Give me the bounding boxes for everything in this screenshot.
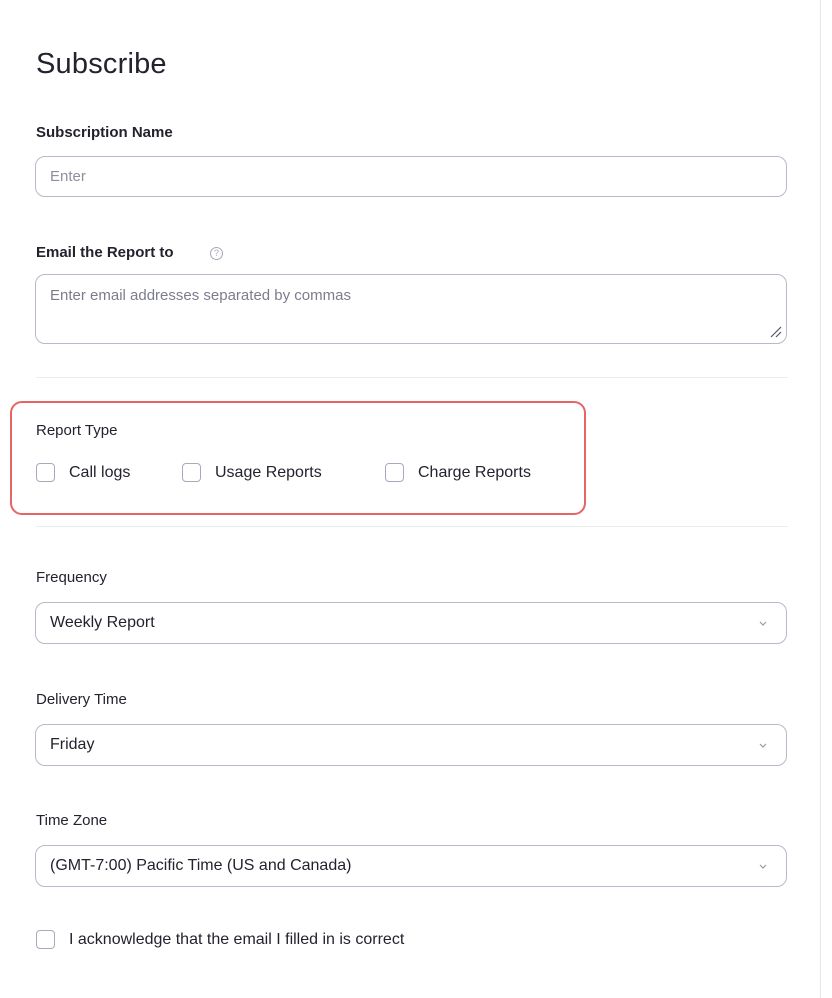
checkbox-call-logs[interactable]: Call logs: [36, 463, 130, 482]
checkbox-charge-reports[interactable]: Charge Reports: [385, 463, 531, 482]
question-circle-icon[interactable]: ?: [210, 247, 223, 260]
frequency-value: Weekly Report: [50, 614, 155, 631]
frequency-label: Frequency: [36, 569, 107, 586]
delivery-time-value: Friday: [50, 736, 95, 753]
usage-reports-checkbox[interactable]: [182, 463, 201, 482]
resize-handle-icon[interactable]: [768, 324, 782, 338]
section-divider: [36, 377, 788, 378]
delivery-time-select[interactable]: Friday: [35, 724, 787, 766]
page-title: Subscribe: [36, 48, 167, 80]
charge-reports-checkbox[interactable]: [385, 463, 404, 482]
acknowledge-checkbox-group[interactable]: I acknowledge that the email I filled in…: [36, 930, 404, 949]
time-zone-select[interactable]: (GMT-7:00) Pacific Time (US and Canada): [35, 845, 787, 887]
time-zone-label: Time Zone: [36, 812, 108, 829]
chevron-down-icon: [759, 743, 767, 748]
report-type-label: Report Type: [36, 422, 118, 439]
report-type-highlight: [10, 401, 586, 515]
call-logs-label: Call logs: [69, 463, 131, 481]
subscription-name-input[interactable]: [35, 156, 787, 197]
panel-edge: [820, 0, 832, 998]
call-logs-checkbox[interactable]: [36, 463, 55, 482]
subscription-name-label: Subscription Name: [36, 124, 173, 141]
checkbox-usage-reports[interactable]: Usage Reports: [182, 463, 322, 482]
chevron-down-icon: [759, 621, 767, 626]
delivery-time-label: Delivery Time: [36, 691, 127, 708]
email-label: Email the Report to: [36, 244, 174, 261]
charge-reports-label: Charge Reports: [418, 463, 531, 481]
frequency-select[interactable]: Weekly Report: [35, 602, 787, 644]
section-divider: [36, 526, 788, 527]
acknowledge-label: I acknowledge that the email I filled in…: [69, 930, 405, 948]
time-zone-value: (GMT-7:00) Pacific Time (US and Canada): [50, 857, 352, 874]
acknowledge-checkbox[interactable]: [36, 930, 55, 949]
email-textarea[interactable]: [35, 274, 787, 344]
chevron-down-icon: [759, 864, 767, 869]
usage-reports-label: Usage Reports: [215, 463, 322, 481]
